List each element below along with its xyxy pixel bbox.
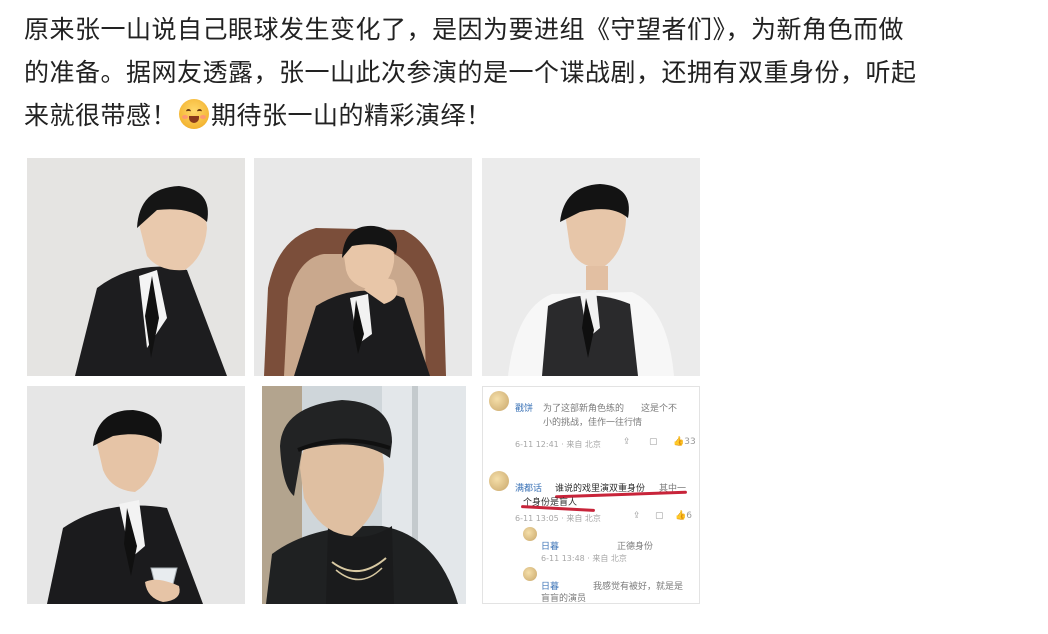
comment-1-user: 戳饼 <box>515 404 534 414</box>
laughing-emoji-icon <box>179 99 210 129</box>
red-underline <box>520 505 596 512</box>
comment-2-meta: 6-11 13:05 · 来自 北京 <box>515 514 601 523</box>
comment-1-meta: 6-11 12:41 · 来自 北京 <box>515 440 601 449</box>
article-line-3-end: 期待张一山的精彩演绎！ <box>211 101 492 130</box>
reply-avatar <box>523 567 537 581</box>
article-line-1: 原来张一山说自己眼球发生变化了，是因为要进组《守望者们》，为新角色而做 <box>24 15 905 44</box>
photo-holding-glass[interactable] <box>27 386 245 604</box>
photo-selfie-cap[interactable] <box>262 386 466 604</box>
reply-2-text-2: 盲盲的演员 <box>541 594 587 604</box>
like-icon[interactable]: 👍6 <box>675 511 692 521</box>
comment-icon[interactable]: ▢ <box>655 511 664 521</box>
comment-2-user: 满都话 <box>515 484 543 494</box>
comment-2-likes: 6 <box>686 511 692 521</box>
photo-suit-profile[interactable] <box>27 158 245 376</box>
reply-icon[interactable]: ⇪ <box>623 437 631 447</box>
reply-1-user: 日暮 <box>541 542 560 552</box>
reply-1-text: 正德身份 <box>617 542 654 552</box>
commenter-avatar <box>489 471 509 491</box>
photo-vest[interactable] <box>482 158 700 376</box>
reply-icon[interactable]: ⇪ <box>633 511 641 521</box>
comment-1-text-c: 小的挑战，佳作一往行情 <box>543 418 643 428</box>
comment-1-text-a: 为了这部新角色练的 <box>543 404 625 414</box>
article-line-3-start: 来就很带感！ <box>24 101 178 130</box>
like-icon[interactable]: 👍33 <box>673 437 696 447</box>
comment-icon[interactable]: ▢ <box>649 437 658 447</box>
comment-1-text-b: 这是个不 <box>641 404 678 414</box>
photo-seated-chair[interactable] <box>254 158 472 376</box>
article-line-3: 来就很带感！ 期待张一山的精彩演绎！ <box>24 94 1024 137</box>
comment-screenshot[interactable]: 戳饼 为了这部新角色练的 这是个不 小的挑战，佳作一往行情 6-11 12:41… <box>482 386 700 604</box>
comment-1-likes: 33 <box>684 437 696 447</box>
article-paragraph: 原来张一山说自己眼球发生变化了，是因为要进组《守望者们》，为新角色而做 的准备。… <box>24 8 1024 137</box>
article-line-2: 的准备。据网友透露，张一山此次参演的是一个谍战剧，还拥有双重身份，听起 <box>24 58 917 87</box>
reply-1-meta: 6-11 13:48 · 来自 北京 <box>541 554 627 563</box>
reply-2-text: 我感觉有被好，就是是 <box>593 582 684 592</box>
commenter-avatar <box>489 391 509 411</box>
reply-avatar <box>523 527 537 541</box>
